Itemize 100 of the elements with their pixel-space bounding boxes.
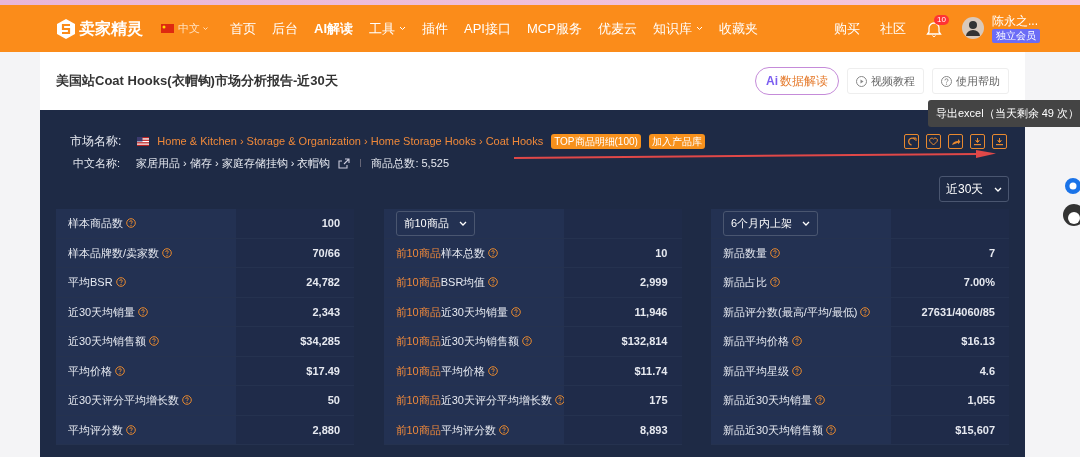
play-icon <box>856 75 867 87</box>
logo-text[interactable]: 卖家精灵 <box>79 16 143 41</box>
metric-label: 样本品牌数/卖家数 <box>68 245 160 261</box>
avatar-icon[interactable] <box>962 17 984 40</box>
help-icon <box>555 395 565 406</box>
help-icon <box>860 306 871 317</box>
value-cell: 175 <box>563 386 682 415</box>
share-icon[interactable] <box>338 157 351 169</box>
nav-item[interactable]: 后台 <box>272 20 298 37</box>
help-icon <box>792 336 802 347</box>
language-dropdown[interactable]: 中文 <box>178 20 208 37</box>
value-cell: 2,343 <box>236 297 354 326</box>
ai-button[interactable]: Ai 数据解读 <box>755 67 839 95</box>
metric-label: 新品平均价格 <box>723 334 789 349</box>
value-cell: 100 <box>236 209 354 238</box>
share-button[interactable] <box>948 133 963 149</box>
metric-label: 平均价格 <box>68 363 112 379</box>
heart-icon <box>928 135 939 147</box>
help-icon <box>792 365 802 376</box>
user-name[interactable]: 陈永之... <box>992 13 1038 29</box>
metric-label: 近30天评分平均增长数 <box>68 393 180 408</box>
nav-item[interactable]: API接口 <box>464 20 511 37</box>
header-button[interactable]: 视频教程 <box>847 67 924 95</box>
page-title: 美国站Coat Hooks(衣帽钩)市场分析报告-近30天 <box>56 72 338 91</box>
nav-item[interactable]: MCP服务 <box>526 20 582 37</box>
metric-label: 前10商品近30天均销售额 <box>395 334 519 349</box>
bell-icon[interactable] <box>926 20 942 37</box>
nav-item[interactable]: AI解读 <box>314 20 353 37</box>
help-icon <box>826 424 837 435</box>
download-button[interactable] <box>970 133 985 149</box>
help-icon <box>770 277 780 288</box>
value-cell: 10 <box>563 238 682 267</box>
nav-item[interactable]: 优麦云 <box>597 20 637 37</box>
help-icon <box>511 306 521 317</box>
product-count: 商品总数: 5,525 <box>371 155 450 171</box>
filter-select[interactable]: 6个月内上架 <box>723 211 819 236</box>
tooltip: 导出excel（当天剩余 49 次） <box>928 100 1080 127</box>
header-button[interactable]: 使用帮助 <box>932 67 1009 95</box>
notification-badge: 10 <box>934 15 949 25</box>
value-cell: $11.74 <box>563 356 682 385</box>
nav-item[interactable]: 工具 <box>369 20 406 37</box>
field-label: 中文名称: <box>73 155 121 171</box>
category-path[interactable]: Home & Kitchen › Storage & Organization › Home Storage Hooks › Coat Hooks <box>157 132 544 150</box>
metric-label: 前10商品近30天评分平均增长数 <box>395 393 552 408</box>
avatar-icon[interactable] <box>1062 203 1080 227</box>
metric-label: 新品平均星级 <box>723 363 789 379</box>
value-cell: 7.00% <box>891 268 1009 297</box>
nav-item[interactable]: 收藏夹 <box>718 20 758 37</box>
metric-label: 新品近30天均销量 <box>723 393 813 408</box>
value-cell: 7 <box>891 238 1009 267</box>
help-icon <box>162 247 173 258</box>
help-icon <box>770 247 780 258</box>
nav-item[interactable]: 知识库 <box>652 20 703 37</box>
value-cell: 2,999 <box>563 268 682 297</box>
value-cell: $16.13 <box>891 327 1009 356</box>
value-cell: 24,782 <box>236 268 354 297</box>
period-select[interactable]: 近30天 <box>939 176 1009 202</box>
metric-label: 样本商品数 <box>68 216 123 231</box>
metric-label: 前10商品BSR均值 <box>395 275 486 290</box>
heart-button[interactable] <box>926 133 941 149</box>
refresh-button[interactable] <box>904 133 919 149</box>
value-cell: $17.49 <box>236 356 354 385</box>
caret-icon <box>802 220 811 226</box>
help-icon <box>138 306 149 317</box>
metric-label: 新品占比 <box>723 275 767 290</box>
value-cell: $132,814 <box>563 327 682 356</box>
help-icon <box>815 395 826 406</box>
nav-item[interactable]: 首页 <box>230 20 256 37</box>
metric-label: 新品近30天均销售额 <box>723 422 824 438</box>
metric-label: 前10商品样本总数 <box>395 245 485 261</box>
tag[interactable]: TOP商品明细(100) <box>551 133 641 149</box>
filter-select[interactable]: 前10商品 <box>395 211 475 236</box>
refresh-icon <box>906 135 917 147</box>
help-icon <box>487 247 498 258</box>
field-label: 市场名称: <box>70 133 122 150</box>
metric-label: 前10商品平均评分数 <box>395 422 496 438</box>
metric-label: 前10商品平均价格 <box>395 363 485 379</box>
help-icon <box>149 336 160 347</box>
tag[interactable]: 加入产品库 <box>648 133 705 149</box>
help-icon <box>115 277 126 288</box>
help-icon <box>522 336 532 347</box>
nav-item[interactable]: 插件 <box>422 20 448 37</box>
value-cell: 2,880 <box>236 415 354 444</box>
value-cell: 50 <box>236 386 354 415</box>
help-icon <box>115 365 125 376</box>
value-cell: 4.6 <box>891 356 1009 385</box>
nav-link[interactable]: 购买 <box>834 20 860 37</box>
nav-link[interactable]: 社区 <box>880 20 906 37</box>
value-cell: 27631/4060/85 <box>891 297 1009 326</box>
metric-label: 新品数量 <box>723 245 767 261</box>
download-icon <box>972 135 983 147</box>
metric-label: 近30天均销售额 <box>68 334 147 349</box>
value-cell: 1,055 <box>891 386 1009 415</box>
value-cell: 70/66 <box>236 238 354 267</box>
download-button[interactable] <box>992 133 1007 149</box>
help-icon <box>487 365 498 376</box>
value-cell: $34,285 <box>236 327 354 356</box>
chat-icon[interactable] <box>1063 177 1080 195</box>
value-cell: $15,607 <box>891 415 1009 444</box>
caret-icon <box>203 26 208 31</box>
